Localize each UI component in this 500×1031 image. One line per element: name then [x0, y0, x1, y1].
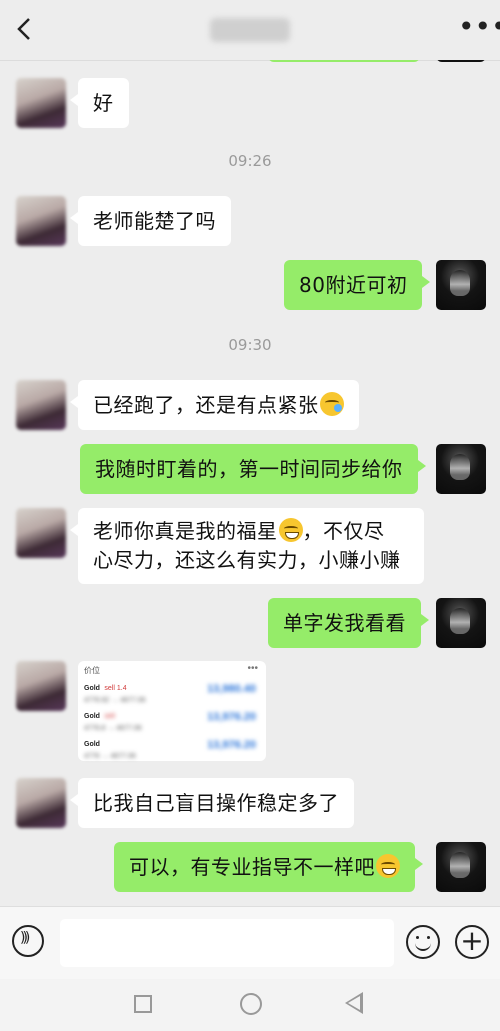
message-input[interactable] [60, 919, 394, 967]
message-bubble-incoming[interactable]: 老师能楚了吗 [70, 196, 231, 246]
recent-apps-icon[interactable] [134, 995, 152, 1013]
crying-laughing-emoji-icon [319, 392, 344, 416]
my-avatar[interactable] [436, 444, 486, 494]
message-bubble-incoming[interactable]: 老师你真是我的福星 ，不仅尽 心尽力，还这么有实力，小赚小赚 [70, 508, 424, 584]
contact-avatar[interactable] [16, 661, 66, 711]
previous-avatar-fragment [436, 60, 486, 62]
my-avatar[interactable] [436, 598, 486, 648]
plus-icon[interactable]: + [455, 925, 489, 959]
previous-message-fragment [268, 60, 420, 62]
message-bubble-incoming[interactable]: 好 [70, 78, 129, 128]
contact-avatar[interactable] [16, 508, 66, 558]
message-bubble-incoming[interactable]: 已经跑了，还是有点紧张 [70, 380, 359, 430]
more-options-icon[interactable]: ••• [458, 13, 500, 46]
chat-title: 老张 [210, 18, 290, 42]
message-bubble-outgoing[interactable]: 我随时盯着的，第一时间同步给你 [80, 444, 425, 494]
card-header: 价位 ••• [84, 663, 258, 675]
trade-screenshot-image[interactable]: 价位 ••• Gold sell 1.4 4776.92 → 4677.06 13… [78, 661, 266, 761]
message-list[interactable]: 好 09:26 老师能楚了吗 80附近可初 09:30 已经跑了，还是有点紧张 … [0, 60, 500, 906]
contact-avatar[interactable] [16, 196, 66, 246]
message-bubble-incoming[interactable]: 比我自己盲目操作稳定多了 [70, 778, 354, 828]
grinning-emoji-icon [278, 518, 303, 542]
contact-avatar[interactable] [16, 78, 66, 128]
my-avatar[interactable] [436, 260, 486, 310]
home-icon[interactable] [240, 993, 262, 1015]
smirk-emoji-icon [376, 854, 400, 878]
contact-avatar[interactable] [16, 380, 66, 430]
input-bar: + [0, 906, 500, 980]
back-arrow-icon[interactable] [10, 14, 40, 44]
back-nav-icon[interactable] [345, 992, 363, 1014]
emoji-picker-icon[interactable] [406, 925, 440, 959]
contact-avatar[interactable] [16, 778, 66, 828]
message-bubble-outgoing[interactable]: 可以，有专业指导不一样吧 [114, 842, 423, 892]
card-more-icon: ••• [247, 663, 258, 674]
chat-header: 老张 ••• [0, 0, 500, 61]
message-bubble-outgoing[interactable]: 单字发我看看 [268, 598, 429, 648]
message-timestamp: 09:30 [228, 336, 272, 354]
my-avatar[interactable] [436, 842, 486, 892]
message-timestamp: 09:26 [228, 152, 272, 170]
system-nav-bar [0, 979, 500, 1031]
voice-input-icon[interactable] [12, 925, 44, 957]
trade-row: Gold 4776 → 4677.06 13,976.20 [84, 739, 256, 760]
trade-row: Gold sell 4776.8 → 4677.06 13,976.20 [84, 711, 256, 732]
trade-row: Gold sell 1.4 4776.92 → 4677.06 13,980.4… [84, 683, 256, 704]
message-bubble-outgoing[interactable]: 80附近可初 [284, 260, 431, 310]
